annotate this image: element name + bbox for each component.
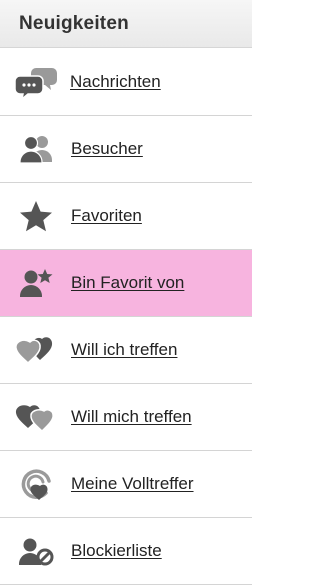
menu-item-label[interactable]: Will mich treffen — [71, 407, 192, 427]
menu-item-label[interactable]: Besucher — [71, 139, 143, 159]
star-icon — [14, 199, 58, 233]
news-menu: Nachrichten Besucher Favoriten Bin Favor… — [0, 48, 252, 585]
user-blocked-icon — [14, 534, 58, 568]
menu-item-label[interactable]: Meine Volltreffer — [71, 474, 194, 494]
hearts-icon — [14, 333, 58, 367]
user-star-icon — [14, 266, 58, 300]
menu-item-besucher[interactable]: Besucher — [0, 116, 252, 183]
menu-item-will-mich-treffen[interactable]: Will mich treffen — [0, 384, 252, 451]
menu-item-label[interactable]: Favoriten — [71, 206, 142, 226]
menu-item-label[interactable]: Will ich treffen — [71, 340, 177, 360]
news-panel: Neuigkeiten Nachrichten Besucher Favorit… — [0, 0, 252, 585]
menu-item-favoriten[interactable]: Favoriten — [0, 183, 252, 250]
menu-item-will-ich-treffen[interactable]: Will ich treffen — [0, 317, 252, 384]
panel-header: Neuigkeiten — [0, 0, 252, 48]
menu-item-label[interactable]: Bin Favorit von — [71, 273, 184, 293]
menu-item-meine-volltreffer[interactable]: Meine Volltreffer — [0, 451, 252, 518]
menu-item-nachrichten[interactable]: Nachrichten — [0, 48, 252, 116]
menu-item-blockierliste[interactable]: Blockierliste — [0, 518, 252, 585]
panel-title: Neuigkeiten — [19, 12, 129, 34]
menu-item-bin-favorit-von[interactable]: Bin Favorit von — [0, 250, 252, 317]
chat-bubbles-icon — [14, 65, 58, 99]
hearts-icon — [14, 400, 58, 434]
menu-item-label[interactable]: Nachrichten — [70, 72, 161, 92]
target-heart-icon — [14, 467, 58, 501]
menu-item-label[interactable]: Blockierliste — [71, 541, 162, 561]
users-icon — [14, 132, 58, 166]
